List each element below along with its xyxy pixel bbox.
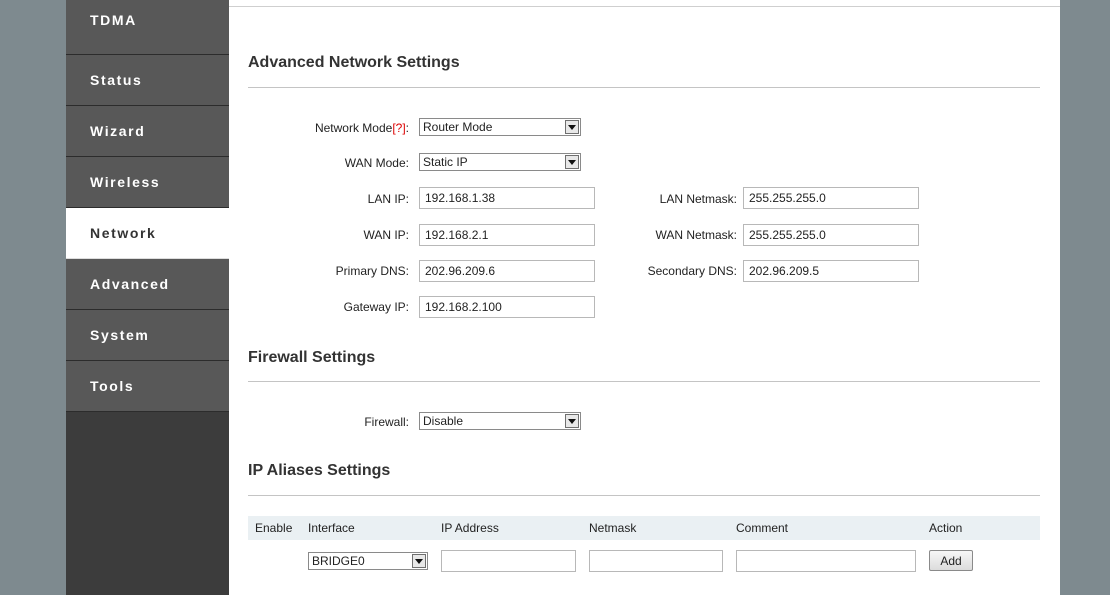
- sidebar-item-system[interactable]: System: [66, 310, 229, 361]
- secondary-dns-input[interactable]: [743, 260, 919, 282]
- chevron-down-icon[interactable]: [565, 120, 579, 134]
- wan-mode-label: WAN Mode:: [344, 156, 409, 170]
- top-divider: [229, 6, 1060, 7]
- firewall-divider: [248, 381, 1040, 382]
- col-comment: Comment: [736, 521, 789, 535]
- aliases-table-header: Enable Interface IP Address Netmask Comm…: [248, 516, 1040, 540]
- lan-netmask-input[interactable]: [743, 187, 919, 209]
- sidebar-item-advanced[interactable]: Advanced: [66, 259, 229, 310]
- secondary-dns-label: Secondary DNS:: [647, 264, 737, 278]
- left-background-band: [0, 0, 66, 595]
- wan-mode-value: Static IP: [423, 155, 468, 169]
- wan-ip-input[interactable]: [419, 224, 595, 246]
- lan-ip-input[interactable]: [419, 187, 595, 209]
- sidebar-item-tdma[interactable]: TDMA: [66, 0, 229, 55]
- network-mode-label: Network Mode[?]:: [314, 121, 409, 135]
- sidebar-item-tools[interactable]: Tools: [66, 361, 229, 412]
- col-interface: Interface: [308, 521, 355, 535]
- gateway-ip-label: Gateway IP:: [343, 300, 409, 314]
- sidebar-nav: TDMA Status Wizard Wireless Network Adva…: [66, 0, 229, 595]
- sidebar-item-wizard[interactable]: Wizard: [66, 106, 229, 157]
- col-netmask: Netmask: [589, 521, 637, 535]
- ip-aliases-title: IP Aliases Settings: [248, 462, 391, 479]
- primary-dns-label: Primary DNS:: [335, 264, 409, 278]
- col-action: Action: [929, 521, 963, 535]
- network-mode-help-link[interactable]: [?]: [392, 121, 405, 135]
- lan-netmask-label: LAN Netmask:: [659, 192, 737, 206]
- wan-mode-select[interactable]: Static IP: [419, 153, 581, 171]
- chevron-down-icon[interactable]: [412, 554, 426, 568]
- wan-ip-label: WAN IP:: [363, 228, 409, 242]
- firewall-value: Disable: [423, 414, 464, 428]
- interface-select[interactable]: BRIDGE0: [308, 552, 428, 570]
- advanced-network-title: Advanced Network Settings: [248, 54, 460, 71]
- sidebar-item-wireless[interactable]: Wireless: [66, 157, 229, 208]
- firewall-title: Firewall Settings: [248, 349, 376, 366]
- alias-ip-input[interactable]: [441, 550, 576, 572]
- add-alias-button[interactable]: Add: [929, 550, 973, 571]
- wan-netmask-input[interactable]: [743, 224, 919, 246]
- sidebar-item-network[interactable]: Network: [66, 208, 229, 259]
- alias-comment-input[interactable]: [736, 550, 916, 572]
- sidebar-item-status[interactable]: Status: [66, 55, 229, 106]
- firewall-label: Firewall:: [364, 415, 409, 429]
- firewall-select[interactable]: Disable: [419, 412, 581, 430]
- right-background-band: [1060, 0, 1110, 595]
- interface-value: BRIDGE0: [312, 554, 365, 568]
- network-mode-select[interactable]: Router Mode: [419, 118, 581, 136]
- gateway-ip-input[interactable]: [419, 296, 595, 318]
- lan-ip-label: LAN IP:: [367, 192, 409, 206]
- chevron-down-icon[interactable]: [565, 414, 579, 428]
- ip-aliases-divider: [248, 495, 1040, 496]
- primary-dns-input[interactable]: [419, 260, 595, 282]
- wan-netmask-label: WAN Netmask:: [655, 228, 737, 242]
- advanced-network-divider: [248, 87, 1040, 88]
- alias-netmask-input[interactable]: [589, 550, 723, 572]
- col-ip-address: IP Address: [441, 521, 499, 535]
- chevron-down-icon[interactable]: [565, 155, 579, 169]
- main-panel: Advanced Network Settings Network Mode[?…: [229, 0, 1060, 595]
- network-mode-value: Router Mode: [423, 120, 493, 134]
- col-enable: Enable: [255, 521, 293, 535]
